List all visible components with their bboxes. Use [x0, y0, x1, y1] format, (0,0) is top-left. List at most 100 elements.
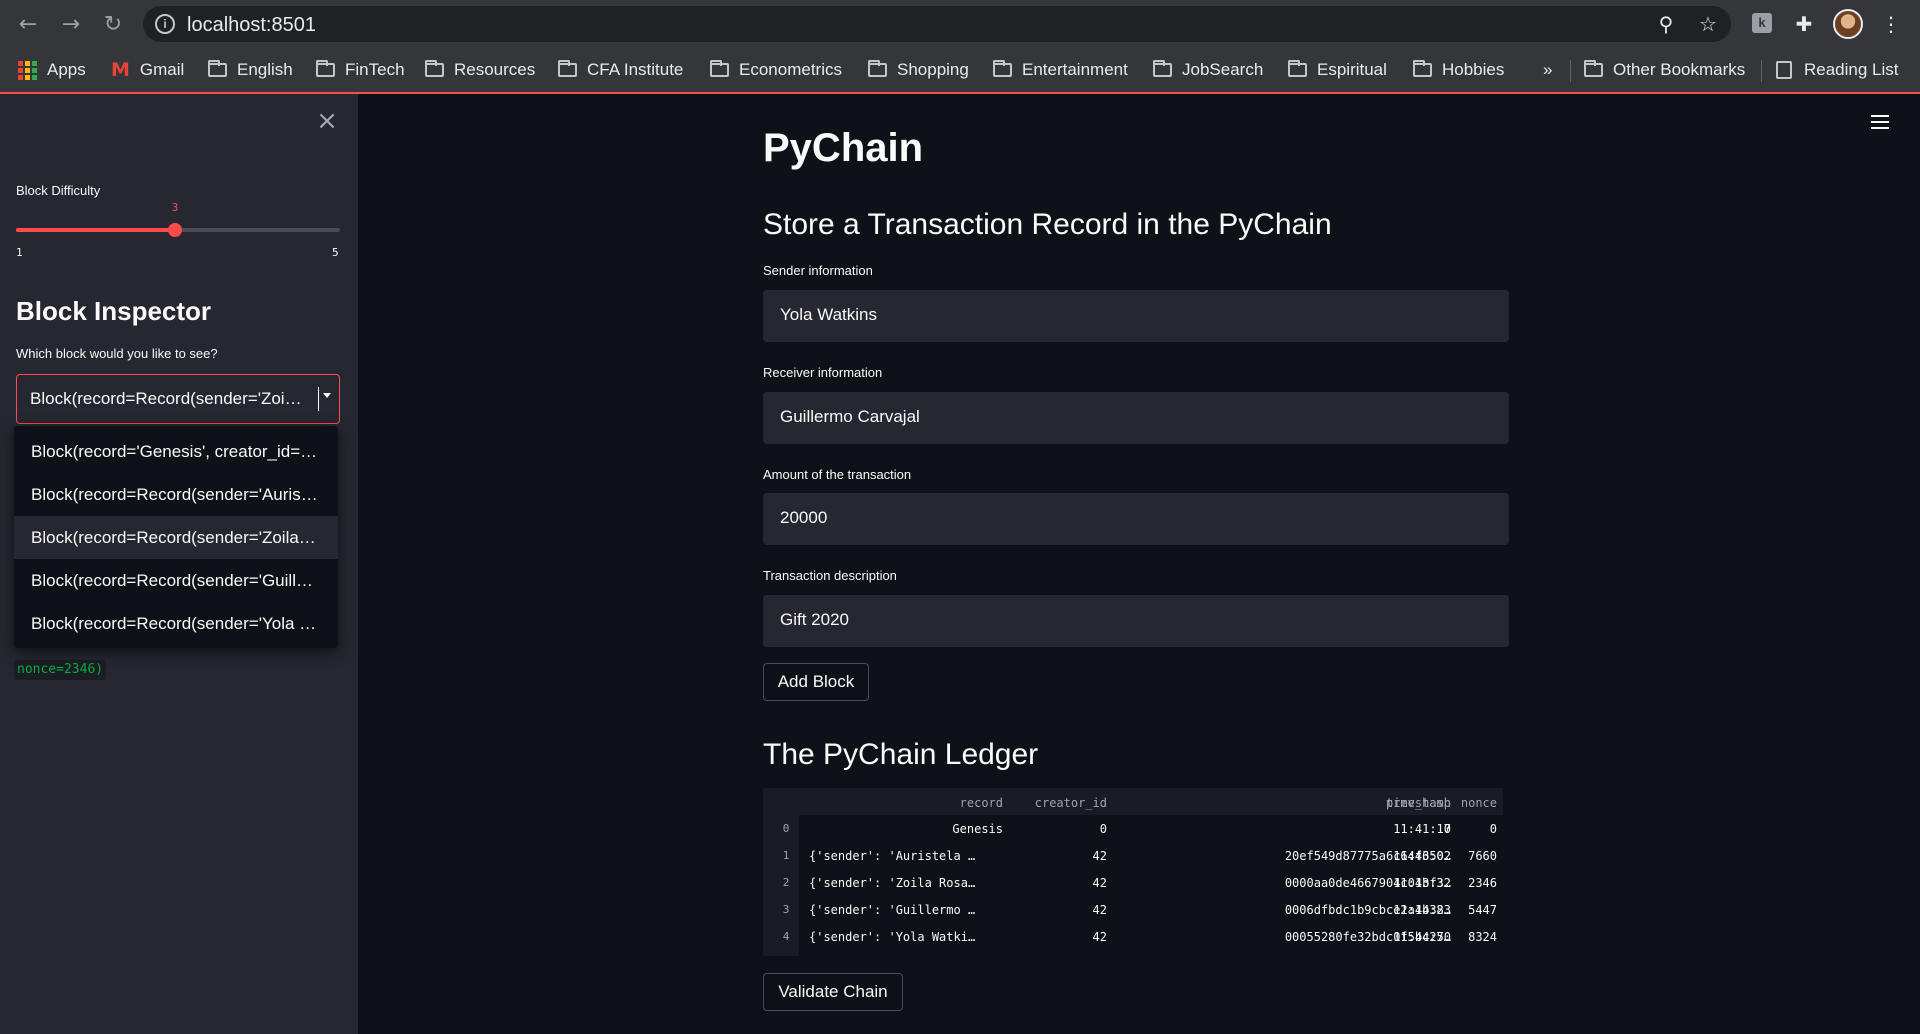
page-title: PyChain — [763, 126, 924, 170]
block-select[interactable]: Block(record=Record(sender='Zoi… — [16, 374, 340, 424]
description-input[interactable]: Gift 2020 — [763, 595, 1509, 647]
bookmark-reading-list[interactable]: Reading List — [1776, 58, 1899, 82]
receiver-input[interactable]: Guillermo Carvajal — [763, 392, 1509, 444]
table-cell-nonce: 5447 — [1468, 903, 1497, 917]
table-cell-timestamp: 11:43:02 — [1393, 849, 1451, 863]
receiver-value: Guillermo Carvajal — [780, 407, 920, 426]
ledger-table[interactable]: record creator_id prev_hash timestamp non… — [763, 788, 1503, 956]
reload-icon[interactable]: ↻ — [99, 10, 127, 38]
table-cell-timestamp: 11:44:50 — [1393, 930, 1451, 944]
kebab-menu-icon[interactable]: ⋮ — [1879, 12, 1903, 36]
address-bar[interactable]: i localhost:8501 ⚲ ☆ — [143, 6, 1731, 42]
table-cell-nonce: 0 — [1489, 822, 1497, 836]
slider-value: 3 — [171, 201, 179, 214]
slider-fill — [16, 228, 175, 232]
bookmark-fintech[interactable]: FinTech — [316, 58, 405, 82]
description-value: Gift 2020 — [780, 610, 849, 629]
bookmark-shopping[interactable]: Shopping — [868, 58, 969, 82]
table-cell-record: Genesis — [952, 822, 1003, 836]
block-code-output: nonce=2346) — [14, 660, 107, 680]
row-index: 4 — [782, 930, 790, 943]
receiver-label: Receiver information — [763, 365, 883, 380]
back-arrow-icon[interactable]: ← — [14, 10, 42, 38]
folder-icon — [316, 60, 335, 77]
sender-value: Yola Watkins — [780, 305, 878, 324]
slider-thumb[interactable] — [168, 223, 182, 237]
bookmark-hobbies[interactable]: Hobbies — [1413, 58, 1504, 82]
block-difficulty-slider[interactable]: 3 — [16, 201, 340, 237]
bookmark-label: Entertainment — [1022, 60, 1128, 79]
amount-input[interactable]: 20000 — [763, 493, 1509, 545]
table-cell-record: {'sender': 'Guillermo … — [809, 903, 976, 917]
hamburger-menu-icon[interactable] — [1871, 115, 1889, 129]
bookmark-entertainment[interactable]: Entertainment — [993, 58, 1128, 82]
table-cell-nonce: 7660 — [1468, 849, 1497, 863]
table-row[interactable]: 0 Genesis 0 0 11:41:17 0 — [763, 815, 1503, 842]
forward-arrow-icon[interactable]: → — [57, 10, 85, 38]
table-row[interactable]: 2 {'sender': 'Zoila Rosa… 42 0000aa0de46679… — [763, 869, 1503, 896]
block-dropdown-menu: Block(record='Genesis', creator_id=… Blo… — [14, 426, 338, 648]
table-cell-record: {'sender': 'Auristela … — [809, 849, 976, 863]
bookmark-econometrics[interactable]: Econometrics — [710, 58, 842, 82]
star-icon[interactable]: ☆ — [1695, 11, 1721, 37]
bookmark-gmail[interactable]: M Gmail — [111, 58, 184, 82]
dropdown-option[interactable]: Block(record=Record(sender='Guill… — [14, 559, 338, 602]
dropdown-option[interactable]: Block(record='Genesis', creator_id=… — [14, 430, 338, 473]
bookmark-jobsearch[interactable]: JobSearch — [1153, 58, 1263, 82]
sidebar: × Block Difficulty 3 1 5 Block Inspector… — [0, 94, 358, 1034]
bookmarks-overflow-button[interactable]: » — [1543, 58, 1552, 82]
table-row[interactable]: 3 {'sender': 'Guillermo … 42 0006dfbdc1b9cb… — [763, 896, 1503, 923]
sender-input[interactable]: Yola Watkins — [763, 290, 1509, 342]
folder-icon — [993, 60, 1012, 77]
zoom-icon[interactable]: ⚲ — [1653, 11, 1679, 37]
validate-chain-button[interactable]: Validate Chain — [763, 973, 903, 1011]
bookmark-other-bookmarks[interactable]: Other Bookmarks — [1584, 58, 1745, 82]
dropdown-option[interactable]: Block(record=Record(sender='Zoila… — [14, 516, 338, 559]
chevron-down-icon[interactable] — [323, 393, 331, 398]
folder-icon — [868, 60, 887, 77]
bookmark-resources[interactable]: Resources — [425, 58, 535, 82]
add-block-button[interactable]: Add Block — [763, 663, 869, 701]
extension-icon[interactable]: k — [1752, 13, 1772, 33]
apps-grid-icon — [18, 60, 37, 80]
bookmark-label: Reading List — [1804, 60, 1899, 79]
bookmark-label: English — [237, 60, 293, 79]
column-header-creator-id[interactable]: creator_id — [1009, 796, 1107, 810]
info-icon[interactable]: i — [155, 14, 175, 34]
column-header-nonce[interactable]: nonce — [1453, 796, 1497, 810]
table-cell-creator-id: 42 — [1092, 876, 1107, 890]
description-label: Transaction description — [763, 568, 897, 583]
close-icon[interactable]: × — [314, 108, 340, 134]
bookmarks-bar: Apps M Gmail English FinTech Resources C… — [0, 47, 1920, 93]
bookmark-english[interactable]: English — [208, 58, 293, 82]
form-heading: Store a Transaction Record in the PyChai… — [763, 208, 1332, 241]
bookmark-label: Resources — [454, 60, 536, 79]
bookmark-label: Hobbies — [1442, 60, 1505, 79]
folder-icon — [1153, 60, 1172, 77]
table-row[interactable]: 4 {'sender': 'Yola Watki… 42 00055280fe32bd… — [763, 923, 1503, 950]
bookmark-espiritual[interactable]: Espiritual — [1288, 58, 1387, 82]
browser-toolbar: ← → ↻ i localhost:8501 ⚲ ☆ k ✚ ⋮ — [0, 0, 1920, 47]
sender-label: Sender information — [763, 263, 873, 278]
profile-avatar[interactable] — [1833, 9, 1863, 39]
slider-min-label: 1 — [16, 246, 23, 259]
bookmark-apps[interactable]: Apps — [18, 58, 86, 82]
row-index: 1 — [782, 849, 790, 862]
amount-value: 20000 — [780, 508, 828, 527]
dropdown-option[interactable]: Block(record=Record(sender='Yola … — [14, 602, 338, 645]
column-header-record[interactable]: record — [863, 796, 1003, 810]
slider-max-label: 5 — [332, 246, 339, 259]
dropdown-option[interactable]: Block(record=Record(sender='Auris… — [14, 473, 338, 516]
bookmarks-divider — [1570, 60, 1571, 82]
column-header-timestamp[interactable]: timestamp — [1341, 796, 1451, 810]
slider-label: Block Difficulty — [16, 183, 101, 198]
puzzle-icon[interactable]: ✚ — [1792, 12, 1816, 36]
url-text[interactable]: localhost:8501 — [187, 14, 316, 37]
bookmark-label: Apps — [47, 60, 86, 79]
folder-icon — [208, 60, 227, 77]
bookmark-cfa-institute[interactable]: CFA Institute — [558, 58, 683, 82]
folder-icon — [425, 60, 444, 77]
table-cell-record: {'sender': 'Zoila Rosa… — [809, 876, 976, 890]
table-row[interactable]: 1 {'sender': 'Auristela … 42 20ef549d87775a… — [763, 842, 1503, 869]
gmail-icon: M — [111, 59, 130, 81]
